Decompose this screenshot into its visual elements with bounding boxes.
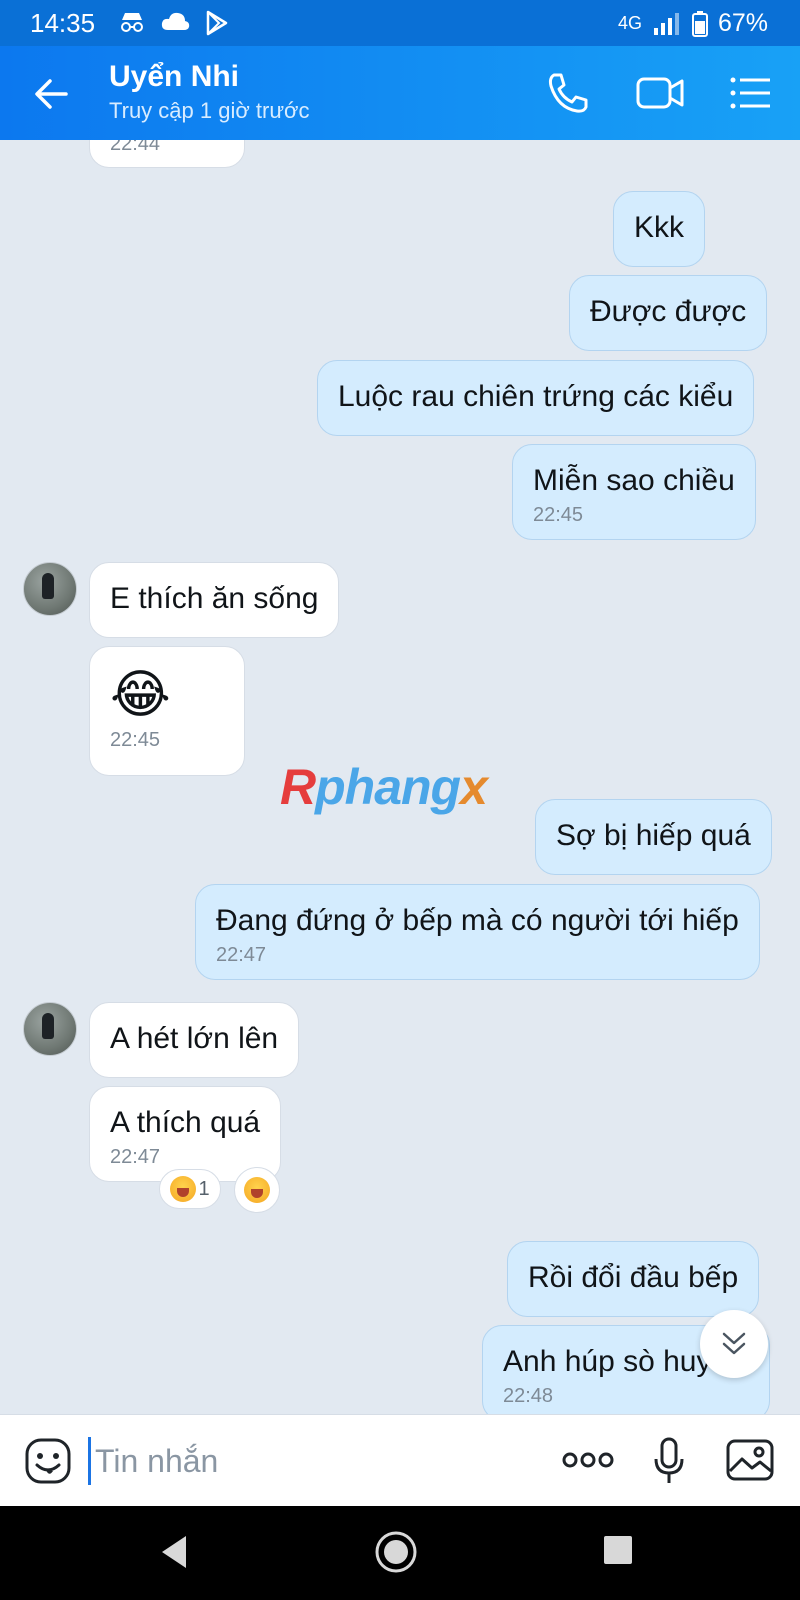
watermark-part: R [280,759,316,815]
reaction-count: 1 [198,1177,210,1200]
battery-icon [691,10,708,37]
reaction-summary[interactable]: 1 [159,1169,221,1209]
message-time: 22:47 [110,1146,161,1168]
battery-percent: 67% [717,9,768,37]
laughing-emoji-icon [170,1176,197,1202]
status-bar: 14:35 4G 67% [0,0,800,46]
message-text: A hét lớn lên [110,1022,279,1055]
message-text: Đang đứng ở bếp mà có người tới hiếp [216,904,739,937]
status-time: 14:35 [30,8,96,38]
message-bubble[interactable]: Kkk [613,191,706,267]
message-bubble[interactable]: 😂 22:45 [89,646,245,776]
network-type: 4G [617,13,642,33]
message-time: 22:44 [110,140,161,155]
more-dots-icon[interactable] [562,1449,614,1471]
watermark-part: x [460,759,488,815]
laughing-emoji-icon [244,1177,270,1203]
message-text: Miễn sao chiều [533,464,735,497]
phone-icon[interactable] [544,70,592,116]
avatar[interactable] [23,562,77,616]
chevron-double-down-icon [722,1332,746,1355]
contact-name[interactable]: Uyển Nhi [109,60,239,94]
message-bubble[interactable]: 22:44 [89,140,245,168]
message-bubble[interactable]: Được được [569,275,768,351]
message-text: Luộc rau chiên trứng các kiểu [338,380,734,413]
sticker-face-icon[interactable] [24,1437,72,1485]
message-text: Sợ bị hiếp quá [556,819,751,852]
message-bubble[interactable]: A hét lớn lên [89,1002,300,1078]
video-camera-icon[interactable] [636,70,684,116]
message-time: 22:45 [533,504,584,526]
arrow-left-icon[interactable] [30,72,74,116]
nav-back-icon[interactable] [156,1532,190,1572]
message-bubble[interactable]: Đang đứng ở bếp mà có người tới hiếp 22:… [195,884,760,980]
message-bubble[interactable]: Rồi đổi đầu bếp [507,1241,760,1317]
system-navigation-bar [0,1506,800,1600]
contact-last-seen: Truy cập 1 giờ trước [109,98,310,123]
signal-icon [653,12,679,35]
watermark-logo: Rphangx [280,758,488,816]
image-icon[interactable] [726,1437,774,1483]
cloud-icon [161,12,190,30]
message-text: Được được [590,295,747,328]
tears-of-joy-emoji: 😂 [110,666,171,724]
message-time: 22:48 [503,1385,554,1407]
message-bubble[interactable]: Luộc rau chiên trứng các kiểu [317,360,755,436]
incognito-icon [121,13,143,32]
chat-header: Uyển Nhi Truy cập 1 giờ trước [0,46,800,140]
message-input[interactable] [88,1437,528,1485]
nav-home-icon[interactable] [374,1530,418,1574]
message-text: A thích quá [110,1106,261,1139]
microphone-icon[interactable] [652,1437,686,1485]
watermark-part: phang [315,759,461,815]
avatar[interactable] [23,1002,77,1056]
nav-recents-icon[interactable] [602,1534,634,1566]
scroll-to-bottom-button[interactable] [700,1310,768,1378]
message-text: Kkk [634,211,685,244]
message-text: E thích ăn sống [110,582,319,615]
message-bubble[interactable]: Sợ bị hiếp quá [535,799,772,875]
message-time: 22:45 [110,729,161,751]
message-bubble[interactable]: E thích ăn sống [89,562,340,638]
message-time: 22:47 [216,944,267,966]
message-text: Rồi đổi đầu bếp [528,1261,739,1294]
message-list[interactable]: 22:44 Kkk Được được Luộc rau chiên trứng… [0,140,800,1414]
react-button[interactable] [234,1167,280,1213]
list-menu-icon[interactable] [728,70,776,116]
message-composer [0,1414,800,1506]
play-store-icon [206,10,228,36]
message-bubble[interactable]: Miễn sao chiều 22:45 [512,444,756,540]
